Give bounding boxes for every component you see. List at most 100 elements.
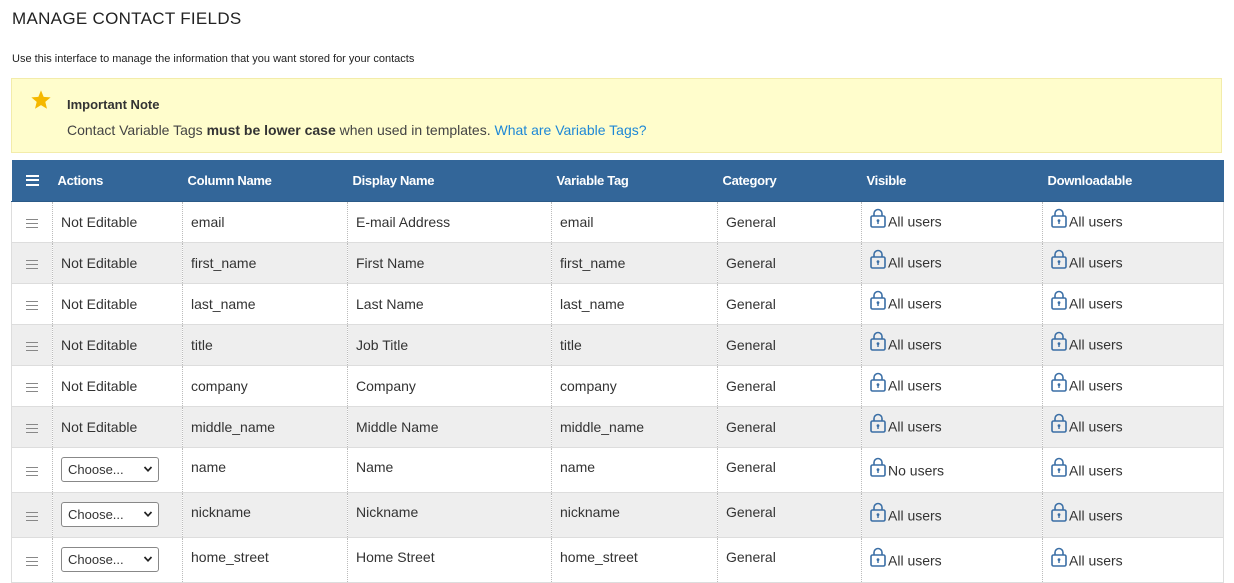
- variable-tags-help-link[interactable]: What are Variable Tags?: [495, 122, 647, 138]
- note-text-bold: must be lower case: [206, 122, 336, 138]
- header-category[interactable]: Category: [717, 160, 862, 202]
- variable-tag-cell: nickname: [551, 492, 718, 538]
- downloadable-value: All users: [1069, 254, 1123, 271]
- header-display-name[interactable]: Display Name: [347, 160, 552, 202]
- header-column-name[interactable]: Column Name: [182, 160, 348, 202]
- visible-cell[interactable]: All users: [861, 406, 1043, 448]
- header-actions[interactable]: Actions: [52, 160, 183, 202]
- drag-handle-icon: [26, 382, 38, 392]
- lock-icon: [870, 502, 886, 525]
- visible-cell[interactable]: All users: [861, 242, 1043, 284]
- table-header-row: Actions Column Name Display Name Variabl…: [11, 160, 1224, 202]
- drag-handle[interactable]: [11, 406, 53, 448]
- drag-handle[interactable]: [11, 537, 53, 583]
- category-cell: General: [717, 406, 862, 448]
- downloadable-cell[interactable]: All users: [1042, 283, 1224, 325]
- drag-handle[interactable]: [11, 242, 53, 284]
- drag-handle[interactable]: [11, 365, 53, 407]
- table-row: Choose... nickname Nickname nickname General…: [11, 492, 1224, 538]
- drag-handle-icon: [26, 466, 38, 476]
- page-subtitle: Use this interface to manage the informa…: [12, 53, 415, 65]
- visible-value: All users: [888, 213, 942, 230]
- category-cell: General: [717, 283, 862, 325]
- column-name-cell: nickname: [182, 492, 348, 538]
- drag-handle-icon: [26, 556, 38, 566]
- visible-cell[interactable]: All users: [861, 201, 1043, 243]
- lock-icon: [870, 208, 886, 231]
- table-row: Not Editable last_name Last Name last_name G…: [11, 283, 1224, 325]
- drag-handle[interactable]: [11, 492, 53, 538]
- variable-tag-cell: home_street: [551, 537, 718, 583]
- header-downloadable[interactable]: Downloadable: [1042, 160, 1224, 202]
- visible-cell[interactable]: All users: [861, 365, 1043, 407]
- downloadable-cell[interactable]: All users: [1042, 201, 1224, 243]
- actions-cell: Not Editable: [52, 406, 183, 448]
- lock-icon: [870, 331, 886, 354]
- chevron-down-icon: [143, 466, 153, 473]
- downloadable-cell[interactable]: All users: [1042, 406, 1224, 448]
- actions-select[interactable]: Choose...: [61, 502, 159, 527]
- downloadable-value: All users: [1069, 295, 1123, 312]
- lock-icon: [1051, 372, 1067, 395]
- downloadable-value: All users: [1069, 552, 1123, 568]
- table-row: Not Editable email E-mail Address email Gene…: [11, 201, 1224, 243]
- category-cell: General: [717, 447, 862, 493]
- drag-handle[interactable]: [11, 201, 53, 243]
- display-name-cell: Home Street: [347, 537, 552, 583]
- downloadable-cell[interactable]: All users: [1042, 324, 1224, 366]
- display-name-cell: Name: [347, 447, 552, 493]
- downloadable-cell[interactable]: All users: [1042, 537, 1224, 583]
- drag-handle[interactable]: [11, 324, 53, 366]
- drag-handle-icon: [26, 218, 38, 228]
- drag-handle-icon: [26, 300, 38, 310]
- display-name-cell: Nickname: [347, 492, 552, 538]
- lock-icon: [1051, 249, 1067, 272]
- variable-tag-cell: title: [551, 324, 718, 366]
- actions-cell: Not Editable: [52, 201, 183, 243]
- actions-select[interactable]: Choose...: [61, 457, 159, 482]
- actions-cell: Not Editable: [52, 365, 183, 407]
- table-row: Not Editable first_name First Name first_na…: [11, 242, 1224, 284]
- header-visible[interactable]: Visible: [861, 160, 1043, 202]
- lock-icon: [1051, 208, 1067, 231]
- table-row: Not Editable title Job Title title General Al…: [11, 324, 1224, 366]
- lock-icon: [870, 249, 886, 272]
- visible-cell[interactable]: No users: [861, 447, 1043, 493]
- downloadable-value: All users: [1069, 377, 1123, 394]
- downloadable-cell[interactable]: All users: [1042, 365, 1224, 407]
- downloadable-cell[interactable]: All users: [1042, 447, 1224, 493]
- visible-cell[interactable]: All users: [861, 324, 1043, 366]
- category-cell: General: [717, 242, 862, 284]
- downloadable-cell[interactable]: All users: [1042, 492, 1224, 538]
- table-row: Not Editable middle_name Middle Name middle…: [11, 406, 1224, 448]
- lock-icon: [870, 457, 886, 480]
- visible-cell[interactable]: All users: [861, 283, 1043, 325]
- variable-tag-cell: middle_name: [551, 406, 718, 448]
- header-variable-tag[interactable]: Variable Tag: [551, 160, 718, 202]
- lock-icon: [870, 372, 886, 395]
- drag-handle[interactable]: [11, 447, 53, 493]
- column-name-cell: first_name: [182, 242, 348, 284]
- table-row: Not Editable company Company company General…: [11, 365, 1224, 407]
- category-cell: General: [717, 492, 862, 538]
- visible-value: All users: [888, 254, 942, 271]
- column-name-cell: home_street: [182, 537, 348, 583]
- visible-value: All users: [888, 336, 942, 353]
- actions-select[interactable]: Choose...: [61, 547, 159, 572]
- actions-cell: Choose...: [52, 492, 183, 538]
- table-row: Choose... name Name name General No users All …: [11, 447, 1224, 493]
- column-menu-button[interactable]: [11, 160, 53, 202]
- lock-icon: [1051, 457, 1067, 480]
- downloadable-cell[interactable]: All users: [1042, 242, 1224, 284]
- visible-value: All users: [888, 377, 942, 394]
- variable-tag-cell: last_name: [551, 283, 718, 325]
- variable-tag-cell: first_name: [551, 242, 718, 284]
- visible-cell[interactable]: All users: [861, 537, 1043, 583]
- drag-handle[interactable]: [11, 283, 53, 325]
- actions-cell: Not Editable: [52, 283, 183, 325]
- visible-cell[interactable]: All users: [861, 492, 1043, 538]
- actions-cell: Choose...: [52, 447, 183, 493]
- lock-icon: [870, 290, 886, 313]
- lock-icon: [1051, 502, 1067, 525]
- visible-value: All users: [888, 418, 942, 435]
